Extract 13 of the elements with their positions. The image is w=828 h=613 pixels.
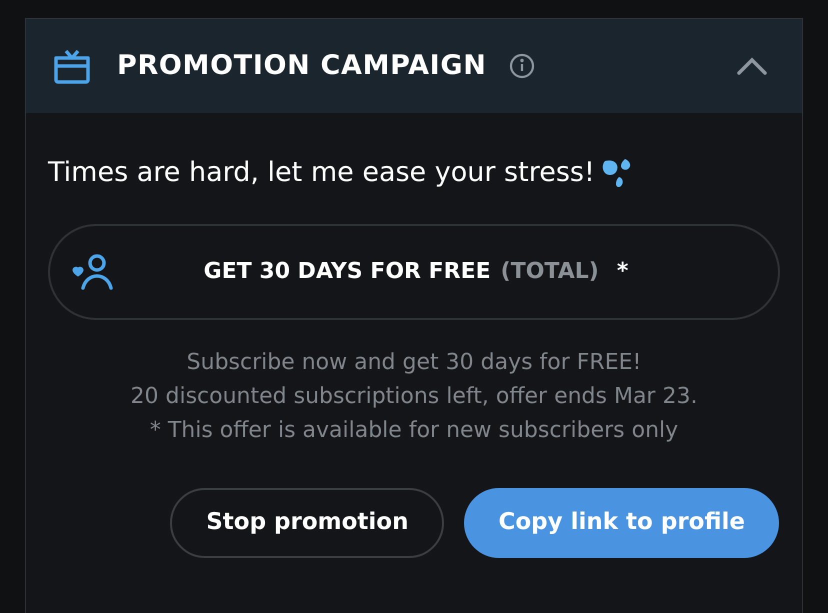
footnote-mark: *: [616, 258, 628, 286]
info-icon[interactable]: [508, 53, 535, 79]
section-title: PROMOTION CAMPAIGN: [117, 48, 487, 83]
stop-button[interactable]: Stop promotion: [170, 488, 444, 558]
offer-qualifier: (TOTAL): [500, 258, 599, 286]
offer-detail-text: Subscribe now and get 30 days for FREE!: [186, 348, 642, 376]
promo-message: Times are hard, let me ease your stress!: [48, 156, 595, 190]
chevron-up-icon: [736, 56, 768, 76]
gift-box-icon: [52, 48, 92, 84]
offer-detail-text: 20 discounted subscriptions left, offer ends Mar 23.: [130, 382, 698, 410]
offer-label: GET 30 DAYS FOR FREE: [204, 258, 491, 286]
offer-detail-text: * This offer is available for new subscribers only: [150, 416, 678, 444]
user-heart-icon: [70, 252, 114, 290]
